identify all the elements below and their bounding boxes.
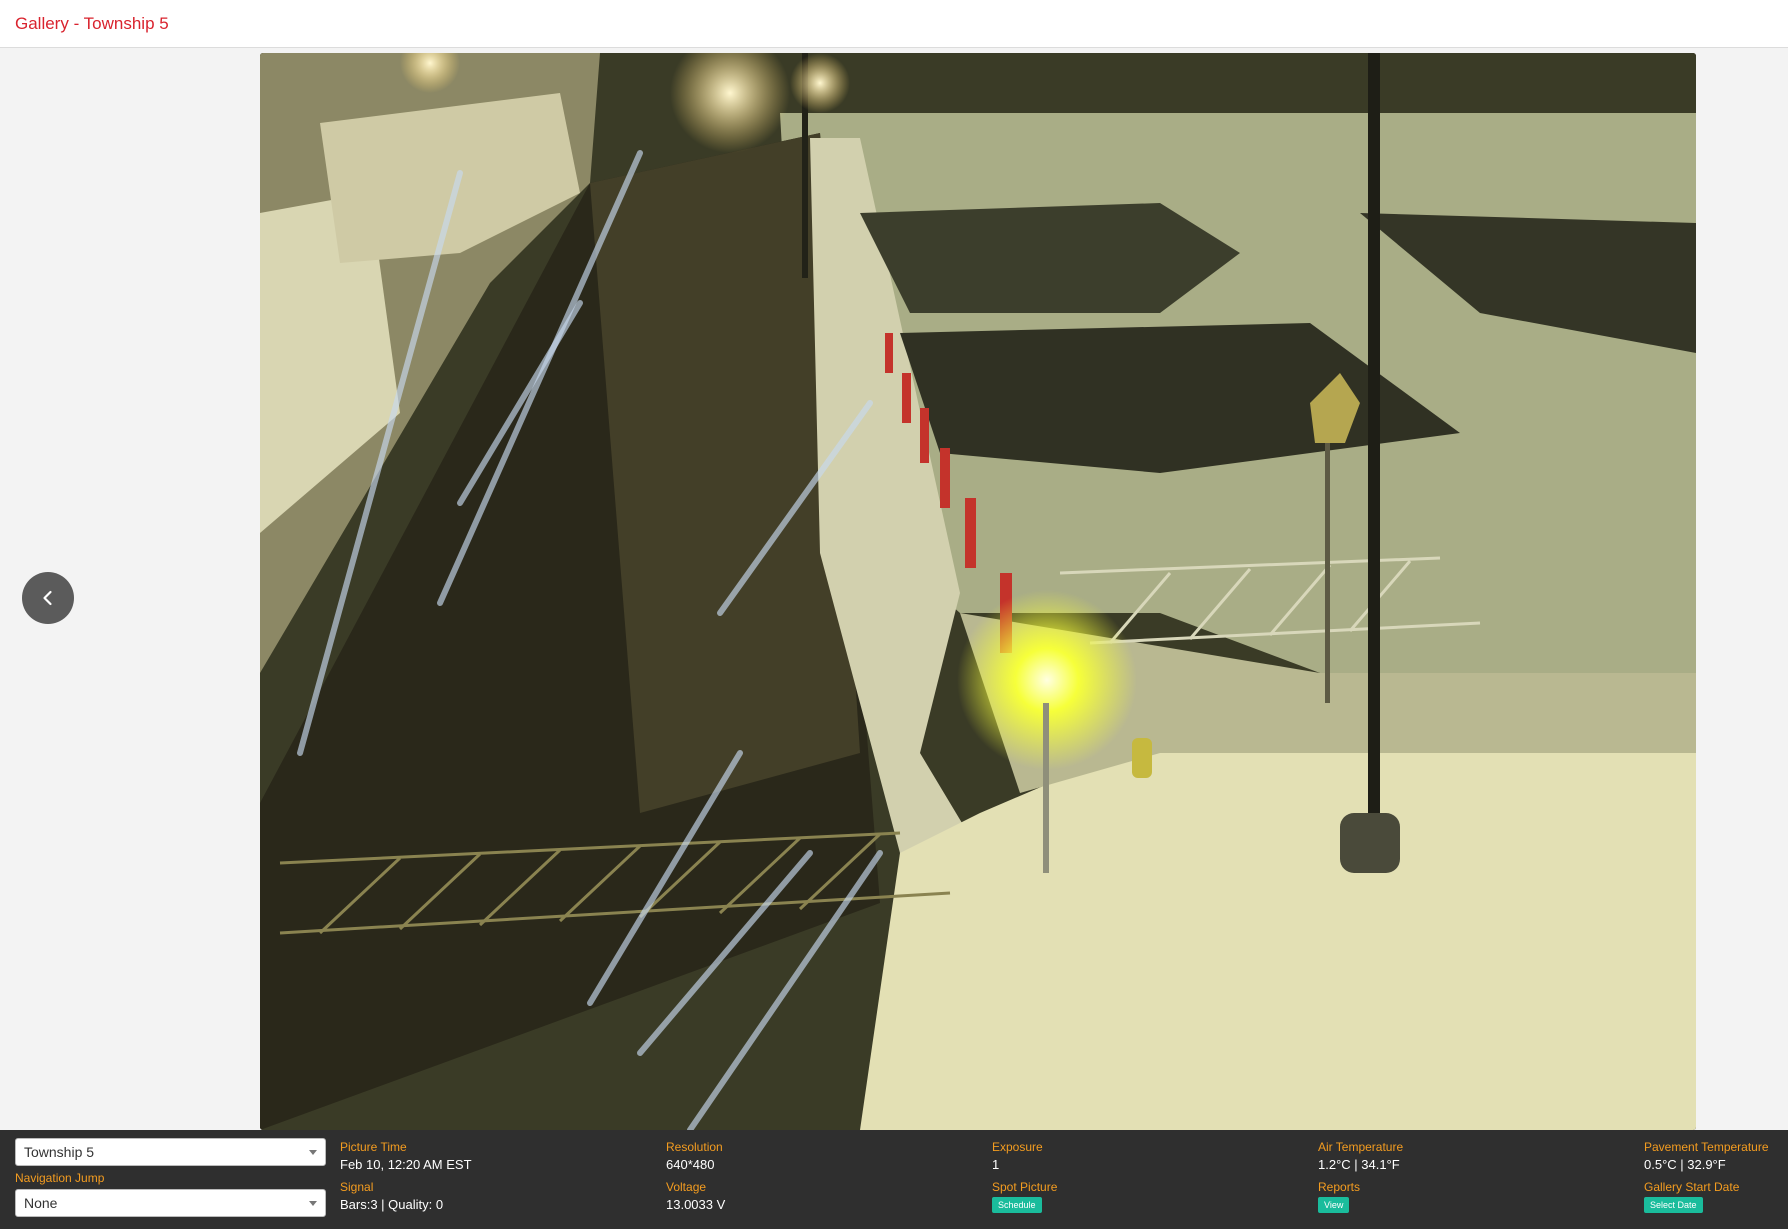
- resolution-label: Resolution: [666, 1140, 723, 1154]
- schedule-button[interactable]: Schedule: [992, 1197, 1042, 1213]
- pavement-temperature-field: Pavement Temperature 0.5°C | 32.9°F: [1644, 1140, 1769, 1173]
- air-temperature-value: 1.2°C | 34.1°F: [1318, 1157, 1400, 1172]
- chevron-left-icon: [43, 590, 52, 606]
- reports-field: Reports View: [1318, 1180, 1360, 1213]
- select-date-button[interactable]: Select Date: [1644, 1197, 1703, 1213]
- gallery-start-date-field: Gallery Start Date Select Date: [1644, 1180, 1739, 1213]
- voltage-value: 13.0033 V: [666, 1197, 726, 1212]
- spot-picture-label: Spot Picture: [992, 1180, 1058, 1194]
- air-temperature-field: Air Temperature 1.2°C | 34.1°F: [1318, 1140, 1403, 1173]
- chevron-down-icon: [309, 1150, 317, 1155]
- pavement-temperature-value: 0.5°C | 32.9°F: [1644, 1157, 1726, 1172]
- gallery-start-date-label: Gallery Start Date: [1644, 1180, 1740, 1194]
- picture-time-label: Picture Time: [340, 1140, 407, 1154]
- view-reports-button[interactable]: View: [1318, 1197, 1350, 1213]
- page-title: Gallery - Township 5: [15, 14, 169, 33]
- location-select[interactable]: Township 5: [15, 1138, 326, 1166]
- header-bar: Gallery - Township 5: [0, 0, 1788, 48]
- picture-time-field: Picture Time Feb 10, 12:20 AM EST: [340, 1140, 472, 1173]
- exposure-label: Exposure: [992, 1140, 1043, 1154]
- picture-time-value: Feb 10, 12:20 AM EST: [340, 1157, 472, 1172]
- exposure-value: 1: [992, 1157, 1000, 1172]
- spot-picture-field: Spot Picture Schedule: [992, 1180, 1057, 1213]
- pavement-temperature-label: Pavement Temperature: [1644, 1140, 1769, 1154]
- previous-image-button[interactable]: [22, 572, 74, 624]
- signal-value: Bars:3 | Quality: 0: [340, 1197, 444, 1212]
- signal-label: Signal: [340, 1180, 374, 1194]
- camera-image: [260, 53, 1696, 1130]
- location-select-value: Township 5: [24, 1144, 95, 1160]
- navigation-jump-value: None: [24, 1195, 58, 1211]
- voltage-label: Voltage: [666, 1180, 707, 1194]
- air-temperature-label: Air Temperature: [1318, 1140, 1404, 1154]
- navigation-jump-label: Navigation Jump: [15, 1171, 105, 1185]
- exposure-field: Exposure 1: [992, 1140, 1043, 1173]
- signal-field: Signal Bars:3 | Quality: 0: [340, 1180, 443, 1213]
- navigation-jump-select[interactable]: None: [15, 1189, 326, 1217]
- chevron-down-icon: [309, 1201, 317, 1206]
- resolution-field: Resolution 640*480: [666, 1140, 723, 1173]
- reports-label: Reports: [1318, 1180, 1361, 1194]
- resolution-value: 640*480: [666, 1157, 715, 1172]
- voltage-field: Voltage 13.0033 V: [666, 1180, 725, 1213]
